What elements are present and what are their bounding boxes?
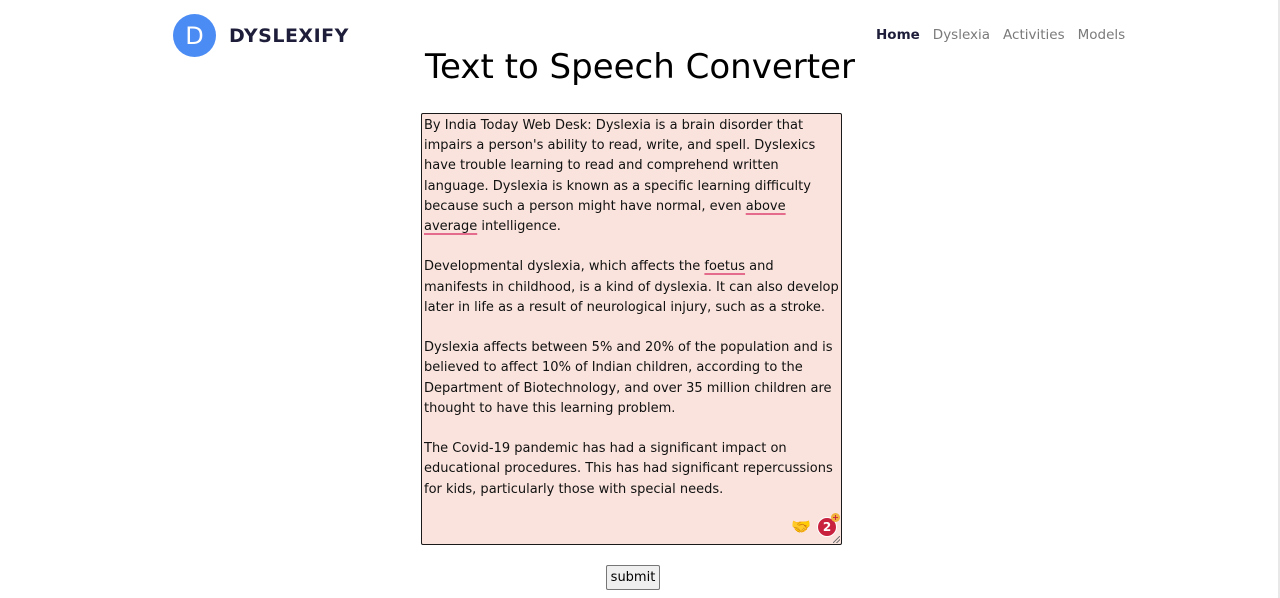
nav-models[interactable]: Models <box>1078 27 1126 43</box>
paragraph-1: By India Today Web Desk: Dyslexia is a b… <box>424 118 816 235</box>
nav-dyslexia[interactable]: Dyslexia <box>933 27 990 43</box>
paragraph-3: Dyslexia affects between 5% and 20% of t… <box>424 340 833 416</box>
page: D DYSLEXIFY Home Dyslexia Activities Mod… <box>0 0 1280 598</box>
badge-plus-icon: + <box>831 513 840 522</box>
handshake-icon[interactable]: 🤝 <box>791 519 811 535</box>
submit-button[interactable]: submit <box>606 565 660 590</box>
spellcheck-mark[interactable]: foetus <box>704 259 745 274</box>
text-input-area[interactable]: By India Today Web Desk: Dyslexia is a b… <box>421 113 842 545</box>
resize-handle[interactable] <box>833 536 840 543</box>
main-nav: Home Dyslexia Activities Models <box>876 27 1125 43</box>
grammar-badge-icon[interactable]: 2 + <box>817 513 840 537</box>
brand-name: DYSLEXIFY <box>229 24 349 47</box>
textbox-extension-icons: 🤝 2 + <box>791 513 840 537</box>
paragraph-4: The Covid-19 pandemic has had a signific… <box>424 441 833 497</box>
nav-activities[interactable]: Activities <box>1003 27 1065 43</box>
page-title: Text to Speech Converter <box>425 47 855 87</box>
nav-home[interactable]: Home <box>876 27 920 43</box>
paragraph-2: Developmental dyslexia, which affects th… <box>424 259 839 315</box>
